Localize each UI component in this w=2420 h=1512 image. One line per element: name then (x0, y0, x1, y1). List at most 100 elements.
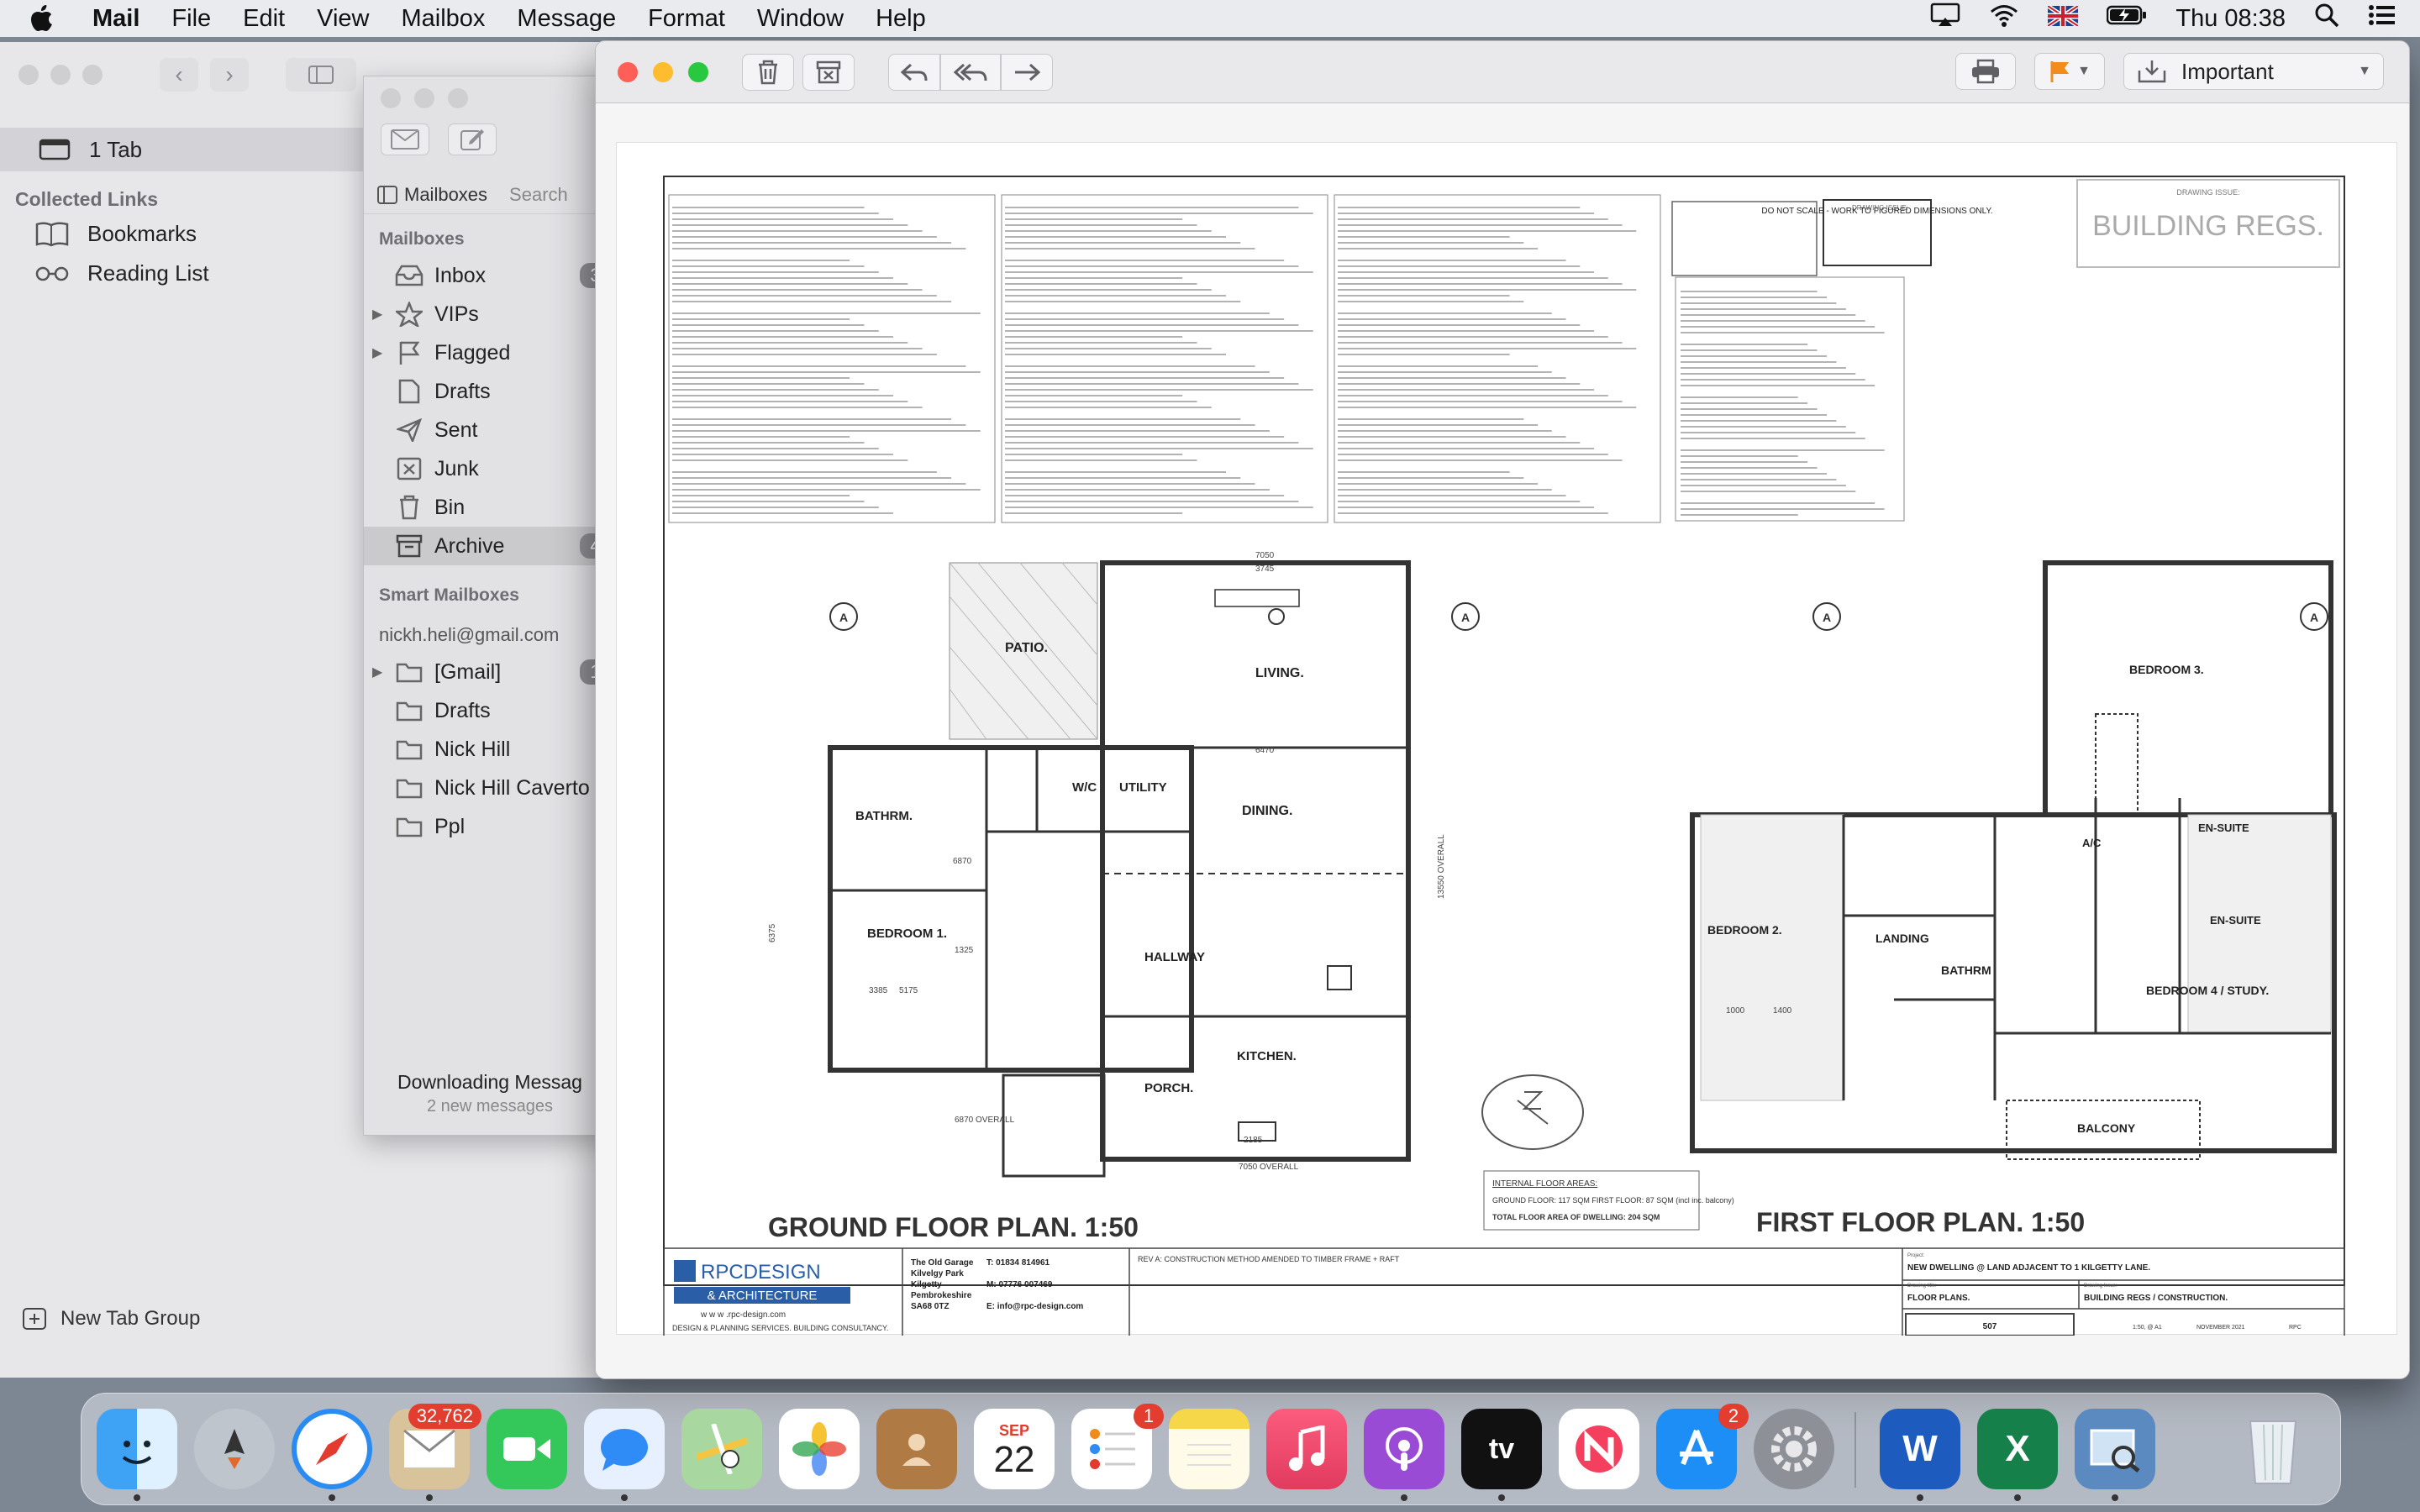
apple-tv-icon[interactable]: tv (1461, 1409, 1542, 1489)
menu-mailbox[interactable]: Mailbox (401, 5, 485, 33)
folder-nick-hill[interactable]: Nick Hill (364, 730, 614, 769)
sidebar-toggle-button[interactable] (286, 58, 356, 92)
minimize-button[interactable] (653, 61, 673, 82)
message-body[interactable]: DRAWING ISSUE: DRAWING ISSUE: BUILDING R… (596, 103, 2409, 1378)
new-tab-group-label: New Tab Group (60, 1307, 201, 1330)
running-indicator (1498, 1494, 1505, 1501)
disclosure-triangle-icon[interactable]: ▶ (372, 664, 382, 680)
close-button[interactable] (18, 65, 39, 85)
forward-button[interactable] (1001, 53, 1053, 91)
menu-format[interactable]: Format (648, 5, 725, 33)
folder-gmail[interactable]: ▶ [Gmail] 13, (364, 653, 614, 691)
notes-icon[interactable] (1169, 1409, 1249, 1489)
attachment-drawing[interactable]: DRAWING ISSUE: DRAWING ISSUE: BUILDING R… (616, 142, 2397, 1343)
close-button[interactable] (618, 61, 638, 82)
disclosure-triangle-icon[interactable]: ▶ (372, 344, 382, 361)
sidebar-item-bookmarks[interactable]: Bookmarks (35, 220, 197, 247)
folder-drafts[interactable]: Drafts (364, 691, 614, 730)
menu-edit[interactable]: Edit (243, 5, 285, 33)
menu-message[interactable]: Message (517, 5, 616, 33)
menu-window[interactable]: Window (757, 5, 844, 33)
facetime-icon[interactable] (487, 1409, 567, 1489)
reply-button[interactable] (888, 53, 940, 91)
tab-search[interactable]: Search (509, 184, 568, 206)
menu-help[interactable]: Help (876, 5, 926, 33)
news-icon[interactable] (1559, 1409, 1639, 1489)
mailbox-vips[interactable]: ▶ VIPs (364, 295, 614, 333)
compose-icon (460, 129, 484, 150)
music-icon[interactable] (1266, 1409, 1347, 1489)
account-heading[interactable]: nickh.heli@gmail.com (379, 624, 559, 646)
calendar-icon[interactable]: SEP 22 (974, 1409, 1055, 1489)
apple-menu-icon[interactable] (30, 5, 67, 32)
new-tab-group-button[interactable]: New Tab Group (22, 1307, 200, 1331)
system-preferences-icon[interactable] (1754, 1409, 1834, 1489)
app-store-icon[interactable]: 2 (1656, 1404, 1749, 1489)
mailbox-drafts[interactable]: Drafts (364, 372, 614, 411)
contacts-icon[interactable] (876, 1409, 957, 1489)
mailbox-junk[interactable]: Junk (364, 449, 614, 488)
spotlight-search-icon[interactable] (2314, 3, 2339, 34)
forward-button[interactable]: › (210, 58, 249, 92)
zoom-button[interactable] (688, 61, 708, 82)
mailbox-inbox[interactable]: Inbox 32, (364, 256, 614, 295)
tab-mailboxes[interactable]: Mailboxes (377, 184, 487, 206)
preview-icon[interactable] (2075, 1409, 2155, 1489)
flag-button[interactable]: ▼ (2034, 53, 2105, 90)
first-room-label: BATHRM (1941, 963, 1991, 977)
reminders-icon[interactable]: 1 (1071, 1404, 1164, 1489)
ground-room-label: PATIO. (1005, 641, 1048, 655)
get-mail-button[interactable] (381, 123, 429, 155)
reply-all-button[interactable] (940, 53, 1001, 91)
clock[interactable]: Thu 08:38 (2175, 5, 2286, 33)
move-tray-icon (2138, 60, 2166, 83)
print-button[interactable] (1955, 53, 2016, 90)
mailbox-archive[interactable]: Archive 42, (364, 527, 614, 565)
menu-file[interactable]: File (171, 5, 211, 33)
junk-button[interactable] (802, 53, 855, 91)
finder-icon[interactable] (97, 1409, 177, 1489)
move-to-mailbox-button[interactable]: Important ▼ (2123, 53, 2384, 90)
word-icon[interactable]: W (1880, 1409, 1960, 1489)
disclosure-triangle-icon[interactable]: ▶ (372, 306, 382, 323)
mail-app-icon[interactable]: 32,762 (389, 1404, 481, 1489)
uk-flag-icon[interactable] (2047, 3, 2080, 33)
minimize-button[interactable] (50, 65, 71, 85)
mailbox-bin[interactable]: Bin (364, 488, 614, 527)
sidebar-item-reading-list[interactable]: Reading List (35, 260, 209, 286)
messages-icon[interactable] (584, 1409, 665, 1489)
ground-room-label: UTILITY (1119, 780, 1167, 795)
maps-icon[interactable] (681, 1409, 762, 1489)
battery-icon[interactable] (2107, 4, 2147, 33)
dimension-label: 1400 (1773, 1006, 1792, 1016)
folder-nick-hill-caverton[interactable]: Nick Hill Caverto (364, 769, 614, 807)
minimize-button[interactable] (414, 88, 434, 108)
trash-icon[interactable] (2233, 1409, 2313, 1489)
safari-icon[interactable] (292, 1409, 372, 1489)
photos-icon[interactable] (779, 1409, 860, 1489)
dimension-label: 5175 (899, 986, 918, 995)
back-button[interactable]: ‹ (160, 58, 198, 92)
mailbox-sent[interactable]: Sent (364, 411, 614, 449)
excel-icon[interactable]: X (1977, 1409, 2058, 1489)
airplay-icon[interactable] (1930, 3, 1960, 34)
wifi-icon[interactable] (1989, 3, 2019, 34)
app-menu-mail[interactable]: Mail (92, 5, 139, 33)
dimension-label: 6870 OVERALL (955, 1116, 1015, 1125)
viewer-toolbar: ▼ Important ▼ (596, 41, 2409, 103)
zoom-button[interactable] (82, 65, 103, 85)
podcasts-icon[interactable] (1364, 1409, 1444, 1489)
drawing-status-label: Drawing Issue: (2084, 1284, 2118, 1289)
dimension-label: 2185 (1244, 1136, 1263, 1145)
control-center-icon[interactable] (2368, 3, 2395, 34)
close-button[interactable] (381, 88, 401, 108)
compose-button[interactable] (448, 123, 497, 155)
ground-room-label: PORCH. (1144, 1081, 1193, 1095)
menu-view[interactable]: View (317, 5, 369, 33)
launchpad-icon[interactable] (194, 1409, 275, 1489)
folder-ppl[interactable]: Ppl (364, 807, 614, 846)
folder-icon (392, 777, 426, 799)
mailbox-flagged[interactable]: ▶ Flagged (364, 333, 614, 372)
zoom-button[interactable] (448, 88, 468, 108)
delete-button[interactable] (742, 53, 794, 91)
